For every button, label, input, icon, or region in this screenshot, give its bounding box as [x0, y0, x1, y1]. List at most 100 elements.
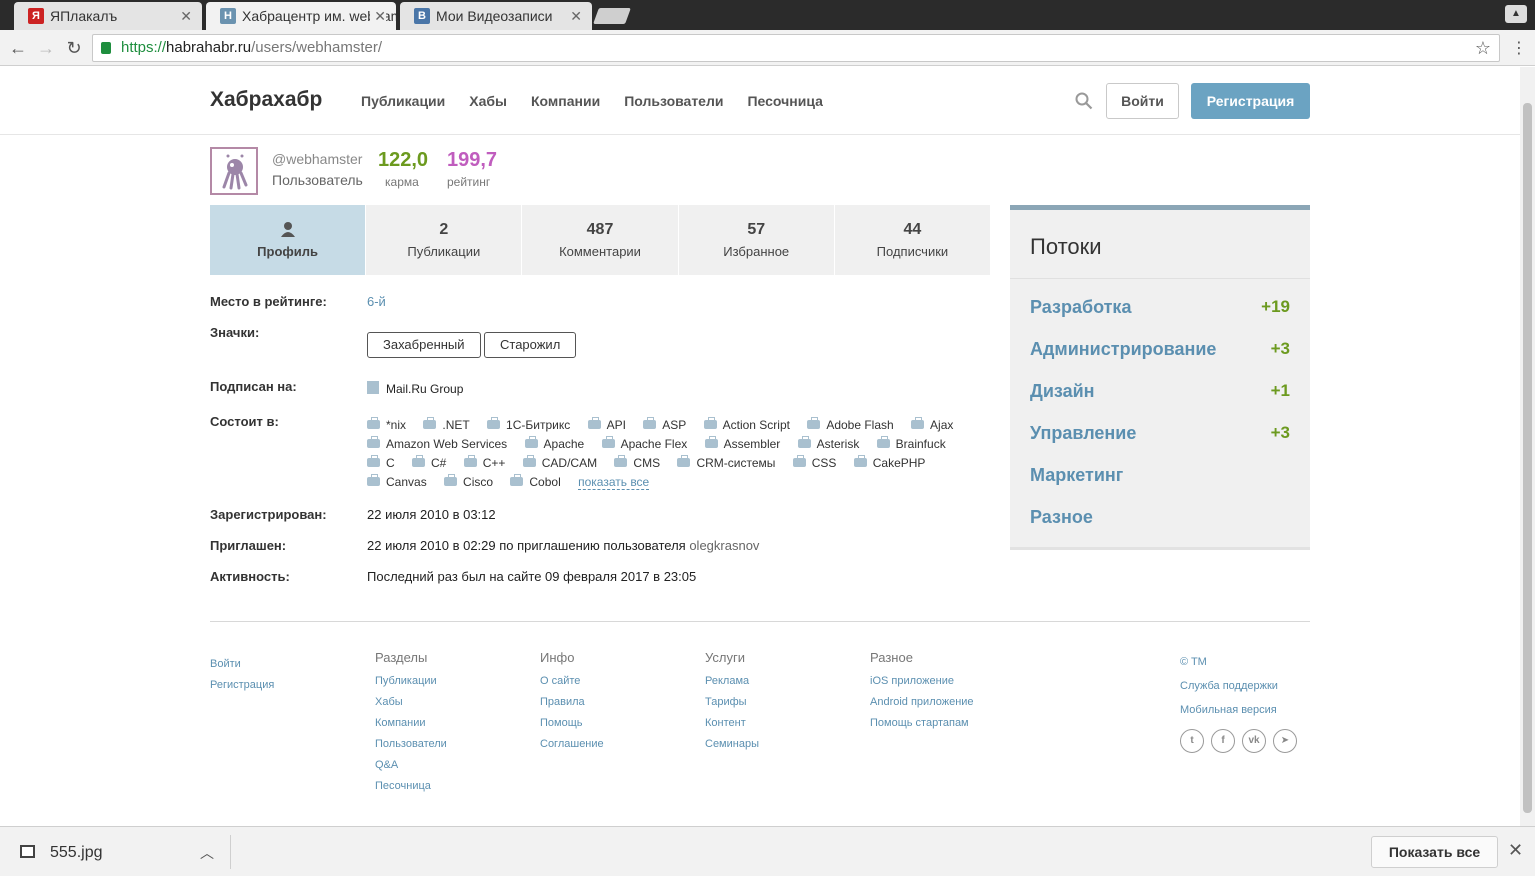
hub-name: ASP: [662, 418, 687, 432]
tab-publications[interactable]: 2 Публикации: [366, 205, 523, 275]
footer-link[interactable]: Android приложение: [870, 692, 974, 713]
hub-item[interactable]: CakePHP: [853, 454, 925, 473]
login-button[interactable]: Войти: [1106, 83, 1179, 119]
hub-item[interactable]: C: [367, 454, 395, 473]
browser-tab-habr[interactable]: H Хабрацентр им. webhamster ✕: [206, 2, 396, 30]
hub-item[interactable]: CRM-системы: [677, 454, 775, 473]
browser-menu-icon[interactable]: ⋮: [1511, 38, 1527, 58]
hub-item[interactable]: Canvas: [367, 473, 427, 492]
footer-col-title: Инфо: [540, 650, 575, 665]
hub-item[interactable]: Asterisk: [797, 435, 859, 454]
hub-item[interactable]: ASP: [643, 416, 686, 435]
footer-link[interactable]: Песочница: [375, 776, 447, 797]
badge-starozhil[interactable]: Старожил: [484, 332, 577, 358]
hub-item[interactable]: CSS: [792, 454, 836, 473]
hub-item[interactable]: C#: [412, 454, 446, 473]
hub-item[interactable]: CMS: [614, 454, 660, 473]
footer-link[interactable]: Публикации: [375, 671, 447, 692]
footer-link[interactable]: Пользователи: [375, 734, 447, 755]
footer-link[interactable]: Контент: [705, 713, 759, 734]
footer-link[interactable]: Компании: [375, 713, 447, 734]
chevron-up-icon[interactable]: ︿: [200, 843, 214, 863]
hub-item[interactable]: C++: [463, 454, 505, 473]
footer-register-link[interactable]: Регистрация: [210, 675, 274, 696]
page-scrollbar[interactable]: [1520, 67, 1535, 826]
window-menu-icon[interactable]: ▲: [1505, 5, 1527, 23]
new-tab-button[interactable]: [593, 8, 631, 24]
download-filename[interactable]: 555.jpg: [50, 844, 103, 862]
footer-link[interactable]: Q&A: [375, 755, 447, 776]
stream-item[interactable]: Разработка +19: [1010, 279, 1310, 321]
browser-tab-vk[interactable]: В Мои Видеозаписи ✕: [400, 2, 592, 30]
stream-item[interactable]: Администрирование +3: [1010, 321, 1310, 363]
footer-link[interactable]: Хабы: [375, 692, 447, 713]
rank-value[interactable]: 6-й: [367, 294, 386, 309]
nav-users[interactable]: Пользователи: [624, 93, 723, 109]
footer-link[interactable]: Помощь: [540, 713, 604, 734]
vk-icon[interactable]: vk: [1242, 729, 1266, 753]
browser-tab-yaplakal[interactable]: Я ЯПлакалъ ✕: [14, 2, 202, 30]
facebook-icon[interactable]: f: [1211, 729, 1235, 753]
hub-item[interactable]: Apache: [524, 435, 584, 454]
close-tab-icon[interactable]: ✕: [180, 2, 192, 30]
stream-item[interactable]: Дизайн +1: [1010, 363, 1310, 405]
tab-followers[interactable]: 44 Подписчики: [835, 205, 990, 275]
avatar[interactable]: [210, 147, 258, 195]
footer-support-link[interactable]: Служба поддержки: [1180, 674, 1278, 698]
nav-publications[interactable]: Публикации: [361, 93, 445, 109]
twitter-icon[interactable]: t: [1180, 729, 1204, 753]
hub-item[interactable]: CAD/CAM: [522, 454, 597, 473]
nav-companies[interactable]: Компании: [531, 93, 600, 109]
tab-profile[interactable]: Профиль: [210, 205, 367, 275]
hub-item[interactable]: Brainfuck: [876, 435, 946, 454]
site-logo[interactable]: Хабрахабр: [210, 88, 322, 112]
hub-item[interactable]: 1С-Битрикс: [487, 416, 570, 435]
footer-link[interactable]: Помощь стартапам: [870, 713, 974, 734]
hub-item[interactable]: Action Script: [703, 416, 790, 435]
hub-item[interactable]: Ajax: [911, 416, 953, 435]
show-all-downloads-button[interactable]: Показать все: [1371, 836, 1498, 868]
footer-link[interactable]: Правила: [540, 692, 604, 713]
hub-item[interactable]: .NET: [423, 416, 470, 435]
nav-sandbox[interactable]: Песочница: [747, 93, 822, 109]
inviter-link[interactable]: olegkrasnov: [689, 538, 759, 553]
search-icon[interactable]: [1075, 92, 1093, 110]
hub-item[interactable]: API: [587, 416, 626, 435]
footer-link[interactable]: Реклама: [705, 671, 759, 692]
hub-item[interactable]: *nix: [367, 416, 406, 435]
close-tab-icon[interactable]: ✕: [370, 2, 386, 30]
hub-item[interactable]: Apache Flex: [601, 435, 687, 454]
scrollbar-thumb[interactable]: [1523, 103, 1532, 813]
nav-hubs[interactable]: Хабы: [469, 93, 507, 109]
tab-favorites[interactable]: 57 Избранное: [679, 205, 835, 275]
hub-item[interactable]: Amazon Web Services: [367, 435, 507, 454]
footer-login-link[interactable]: Войти: [210, 654, 274, 675]
register-button[interactable]: Регистрация: [1191, 83, 1310, 119]
footer-mobile-link[interactable]: Мобильная версия: [1180, 698, 1278, 722]
reload-icon[interactable]: ↻: [64, 38, 84, 58]
telegram-icon[interactable]: ➤: [1273, 729, 1297, 753]
hub-item[interactable]: Adobe Flash: [807, 416, 894, 435]
forward-arrow-icon[interactable]: →: [36, 38, 56, 58]
subscribed-company[interactable]: Mail.Ru Group: [367, 381, 463, 396]
footer-copyright-link[interactable]: © TM: [1180, 650, 1278, 674]
stream-item[interactable]: Маркетинг: [1010, 447, 1310, 489]
footer-link[interactable]: Соглашение: [540, 734, 604, 755]
hub-item[interactable]: Cobol: [510, 473, 561, 492]
show-all-hubs-link[interactable]: показать все: [578, 475, 650, 490]
footer-link[interactable]: Тарифы: [705, 692, 759, 713]
bookmark-star-icon[interactable]: ☆: [1475, 38, 1491, 59]
close-tab-icon[interactable]: ✕: [570, 2, 582, 30]
stream-item[interactable]: Управление +3: [1010, 405, 1310, 447]
badge-zahabrenny[interactable]: Захабренный: [367, 332, 481, 358]
footer-link[interactable]: Семинары: [705, 734, 759, 755]
address-bar[interactable]: https://habrahabr.ru/users/webhamster/ ☆: [92, 34, 1500, 62]
footer-link[interactable]: О сайте: [540, 671, 604, 692]
hub-item[interactable]: Cisco: [444, 473, 493, 492]
tab-comments[interactable]: 487 Комментарии: [522, 205, 679, 275]
back-arrow-icon[interactable]: ←: [8, 38, 28, 58]
stream-item[interactable]: Разное: [1010, 489, 1310, 531]
close-icon[interactable]: ✕: [1508, 840, 1523, 861]
footer-link[interactable]: iOS приложение: [870, 671, 974, 692]
hub-item[interactable]: Assembler: [704, 435, 780, 454]
